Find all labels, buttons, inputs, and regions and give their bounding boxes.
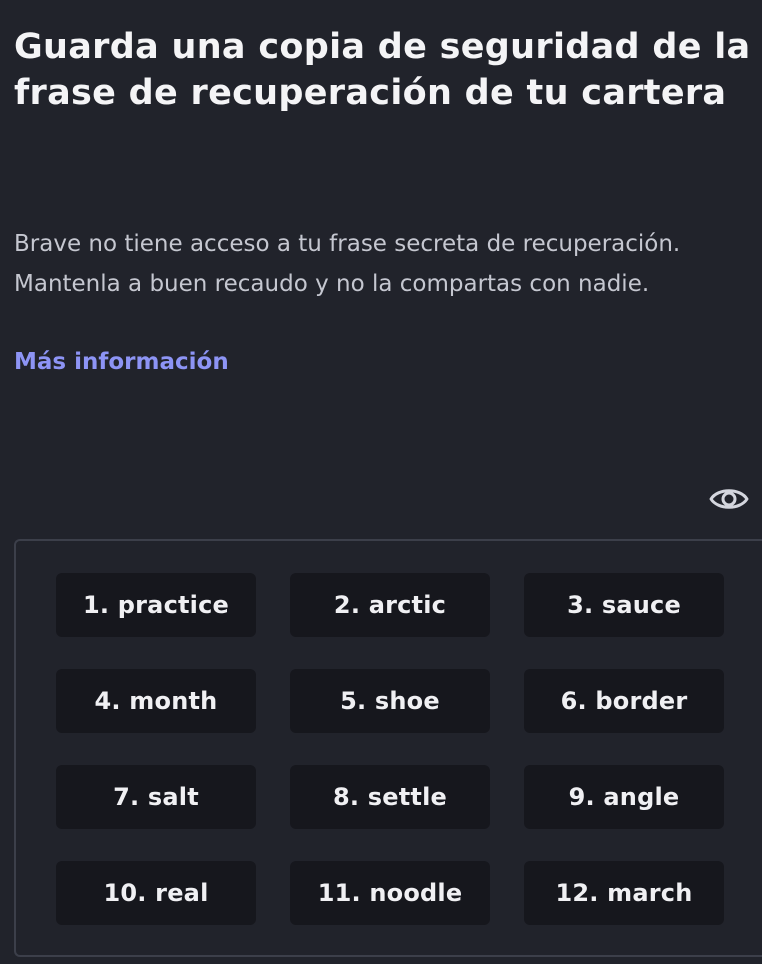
phrase-word: 11. noodle: [290, 861, 490, 925]
phrase-word: 12. march: [524, 861, 724, 925]
show-phrase-toggle-button[interactable]: [704, 476, 754, 522]
phrase-word: 9. angle: [524, 765, 724, 829]
phrase-word: 7. salt: [56, 765, 256, 829]
phrase-word: 3. sauce: [524, 573, 724, 637]
phrase-word: 1. practice: [56, 573, 256, 637]
recovery-phrase-grid: 1. practice 2. arctic 3. sauce 4. month …: [14, 539, 762, 957]
phrase-word: 10. real: [56, 861, 256, 925]
phrase-word: 6. border: [524, 669, 724, 733]
description-text: Brave no tiene acceso a tu frase secreta…: [14, 231, 681, 297]
eye-icon: [709, 489, 749, 509]
phrase-word: 4. month: [56, 669, 256, 733]
learn-more-link[interactable]: Más información: [14, 342, 229, 382]
phrase-word: 8. settle: [290, 765, 490, 829]
backup-recovery-phrase-page: Guarda una copia de seguridad de la fras…: [0, 0, 762, 964]
phrase-word: 5. shoe: [290, 669, 490, 733]
phrase-word: 2. arctic: [290, 573, 490, 637]
page-title: Guarda una copia de seguridad de la fras…: [14, 27, 751, 113]
